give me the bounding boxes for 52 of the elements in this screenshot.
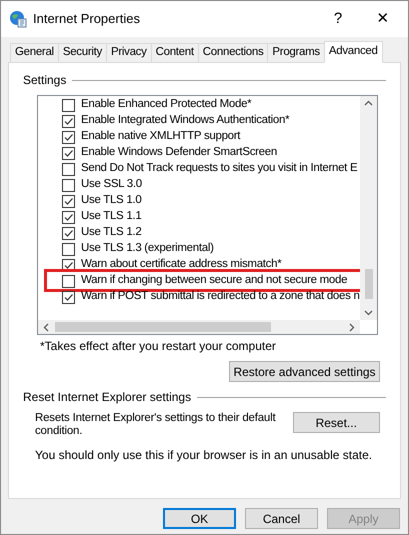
checkbox[interactable] [62,130,75,144]
checkbox[interactable] [62,98,75,112]
dialog-button[interactable]: OK [163,508,236,529]
setting-label: Warn if changing between secure and not secure mode [81,273,348,288]
close-button[interactable]: ✕ [360,4,406,34]
setting-label: Use TLS 1.3 (experimental) [81,241,214,256]
globe-icon [9,10,27,28]
tab[interactable]: Privacy [106,43,152,63]
tab[interactable]: Security [58,43,107,63]
horizontal-scrollbar[interactable] [38,320,360,334]
checkbox[interactable] [62,226,75,240]
dialog-button[interactable]: Cancel [245,508,318,529]
scroll-thumb[interactable] [364,269,372,299]
checkbox[interactable] [62,210,75,224]
restore-button[interactable]: Restore advanced settings [229,361,380,382]
setting-label: Use TLS 1.0 [81,193,142,208]
tab[interactable]: Advanced [324,41,383,63]
window-title: Internet Properties [33,10,140,28]
scroll-thumb[interactable] [55,322,271,332]
checkbox[interactable] [62,194,75,208]
tab[interactable]: General [10,43,59,63]
setting-label: Use TLS 1.2 [81,225,142,240]
scroll-left-icon[interactable] [43,322,49,332]
checkbox[interactable] [62,114,75,128]
vertical-scrollbar[interactable] [360,96,377,320]
reset-button[interactable]: Reset... [292,412,380,433]
setting-label: Enable native XMLHTTP support [81,129,240,144]
scroll-down-icon[interactable] [364,310,373,316]
setting-label: Send Do Not Track requests to sites you visit in Internet E [81,161,358,176]
checkbox[interactable] [62,162,75,176]
setting-label: Enable Windows Defender SmartScreen [81,145,277,160]
setting-label: Use SSL 3.0 [81,177,142,192]
setting-label: Enable Enhanced Protected Mode* [81,97,252,112]
checkbox[interactable] [62,178,75,192]
description-text: Resets Internet Explorer's settings to their default condition. [35,412,277,438]
setting-label: Warn if POST submittal is redirected to a zone that does n [81,289,360,304]
setting-label: Warn about certificate address mismatch* [81,257,282,272]
scroll-up-icon[interactable] [364,100,373,106]
group-title: Reset Internet Explorer settings [23,389,192,406]
checkbox[interactable] [62,274,75,288]
checkbox[interactable] [62,290,75,304]
note-text: *Takes effect after you restart your computer [40,338,277,355]
group-title: Settings [23,72,66,89]
scroll-right-icon[interactable] [349,322,355,332]
help-button[interactable]: ? [316,4,360,34]
tab[interactable]: Connections [198,43,268,63]
setting-label: Enable Integrated Windows Authentication* [81,113,290,128]
checkbox[interactable] [62,242,75,256]
checkbox[interactable] [62,146,75,160]
setting-label: Use TLS 1.1 [81,209,142,224]
warning-text: You should only use this if your browser is in an unusable state. [35,447,374,464]
tab[interactable]: Content [152,43,199,63]
